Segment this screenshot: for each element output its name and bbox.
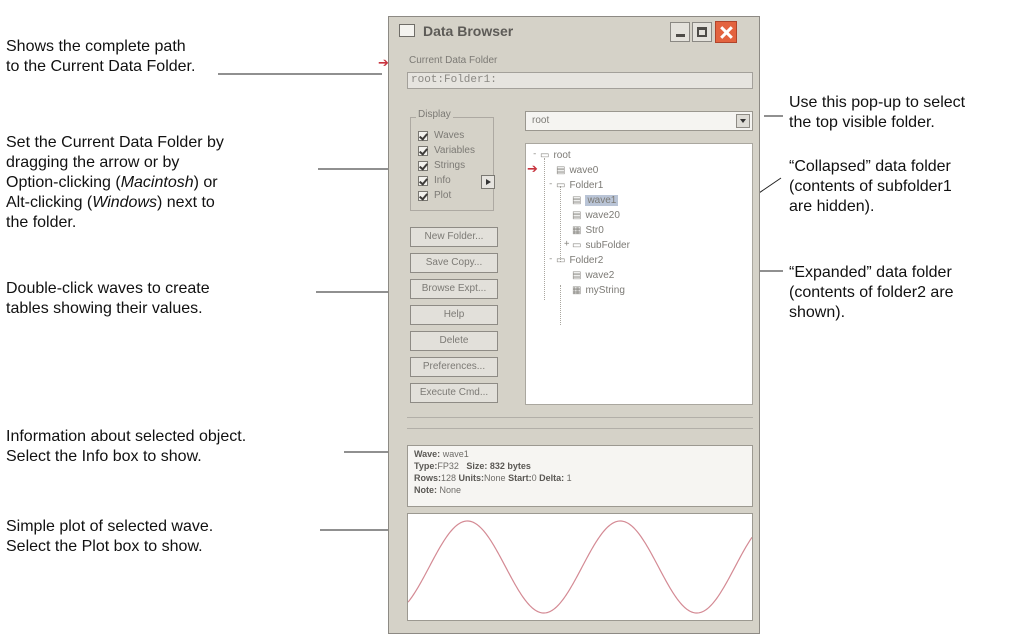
current-folder-label: Current Data Folder [409,55,498,66]
checkbox-box[interactable] [418,190,428,201]
folder-icon: ▭ [556,254,566,266]
play-arrow-button[interactable] [481,175,495,189]
tree-node-root[interactable]: ▭ root [540,149,571,161]
tree-node-mystring[interactable]: ▦ myString [572,284,625,296]
checkbox-variables[interactable]: Variables [418,144,475,157]
collapse-toggle[interactable]: - [548,179,553,189]
tree-guide [544,158,545,300]
window-icon [399,24,415,37]
data-browser-window: Data Browser Current Data Folder root:Fo… [388,16,760,634]
tree-node-wave0[interactable]: ▤ wave0 [556,164,598,176]
checkbox-info[interactable]: Info [418,174,451,187]
tree-node-subfolder[interactable]: ▭ subFolder [572,239,630,251]
callout-plot: Simple plot of selected wave. Select the… [6,518,214,555]
tree-node-str0[interactable]: ▦ Str0 [572,224,604,236]
new-folder-button[interactable]: New Folder... [410,227,498,247]
display-label: Display [416,109,453,120]
info-note-line: Note: None [414,485,462,495]
expand-toggle[interactable]: + [564,239,569,249]
tree-guide [560,186,561,262]
splitter-handle[interactable] [407,417,753,429]
collapse-toggle[interactable]: - [532,149,537,159]
wave-icon: ▤ [556,164,566,176]
preferences-button[interactable]: Preferences... [410,357,498,377]
tree-guide [560,285,561,325]
collapse-toggle[interactable]: - [548,254,553,264]
checkbox-plot[interactable]: Plot [418,189,451,202]
folder-set-arrow-icon[interactable]: ➔ [527,163,538,176]
wave-plot [407,513,753,621]
callout-collapsed: “Collapsed” data folder (contents of sub… [789,158,952,215]
browse-expt-button[interactable]: Browse Expt... [410,279,498,299]
checkbox-waves[interactable]: Waves [418,129,464,142]
checkbox-box[interactable] [418,175,428,186]
folder-tree[interactable]: - ▭ root ▤ wave0 - ▭ Folder1 ▤ wave1 ▤ wave20… [525,143,753,405]
callout-set-folder: Set the Current Data Folder by dragging … [6,134,224,231]
maximize-button[interactable] [692,22,712,42]
info-type-line: Type:FP32 Size: 832 bytes [414,461,531,471]
current-folder-path-field[interactable]: root:Folder1: [407,72,753,89]
chevron-down-icon[interactable] [736,114,750,128]
checkbox-box[interactable] [418,145,428,156]
tree-node-folder2[interactable]: ▭ Folder2 [556,254,603,266]
checkbox-box[interactable] [418,130,428,141]
minimize-button[interactable] [670,22,690,42]
callout-expanded: “Expanded” data folder (contents of fold… [789,264,954,321]
folder-icon: ▭ [572,239,582,251]
callout-path: Shows the complete path to the Current D… [6,38,196,75]
checkbox-box[interactable] [418,160,428,171]
callout-info: Information about selected object. Selec… [6,428,247,465]
tree-node-wave2[interactable]: ▤ wave2 [572,269,614,281]
window-title: Data Browser [423,23,514,39]
folder-icon: ▭ [556,179,566,191]
callout-double-click: Double-click waves to create tables show… [6,280,210,317]
title-bar[interactable]: Data Browser [389,17,759,47]
dropdown-value: root [532,115,550,126]
tree-node-wave20[interactable]: ▤ wave20 [572,209,620,221]
checkbox-strings[interactable]: Strings [418,159,465,172]
wave-plot-svg [407,520,753,614]
info-box: Wave: wave1 Type:FP32 Size: 832 bytes Ro… [407,445,753,507]
string-icon: ▦ [572,284,582,296]
sine-wave-line [407,520,753,614]
top-folder-dropdown[interactable]: root [525,111,753,131]
folder-icon: ▭ [540,149,550,161]
save-copy-button[interactable]: Save Copy... [410,253,498,273]
wave-icon: ▤ [572,269,582,281]
wave-icon: ▤ [572,209,582,221]
execute-cmd-button[interactable]: Execute Cmd... [410,383,498,403]
string-icon: ▦ [572,224,582,236]
delete-button[interactable]: Delete [410,331,498,351]
help-button[interactable]: Help [410,305,498,325]
wave-icon: ▤ [572,194,582,206]
tree-node-folder1[interactable]: ▭ Folder1 [556,179,603,191]
callout-popup: Use this pop-up to select the top visibl… [789,94,966,131]
info-wave-line: Wave: wave1 [414,449,469,459]
close-button[interactable] [715,21,737,43]
info-rows-line: Rows:128 Units:None Start:0 Delta: 1 [414,473,572,483]
tree-node-wave1[interactable]: ▤ wave1 [572,194,619,206]
